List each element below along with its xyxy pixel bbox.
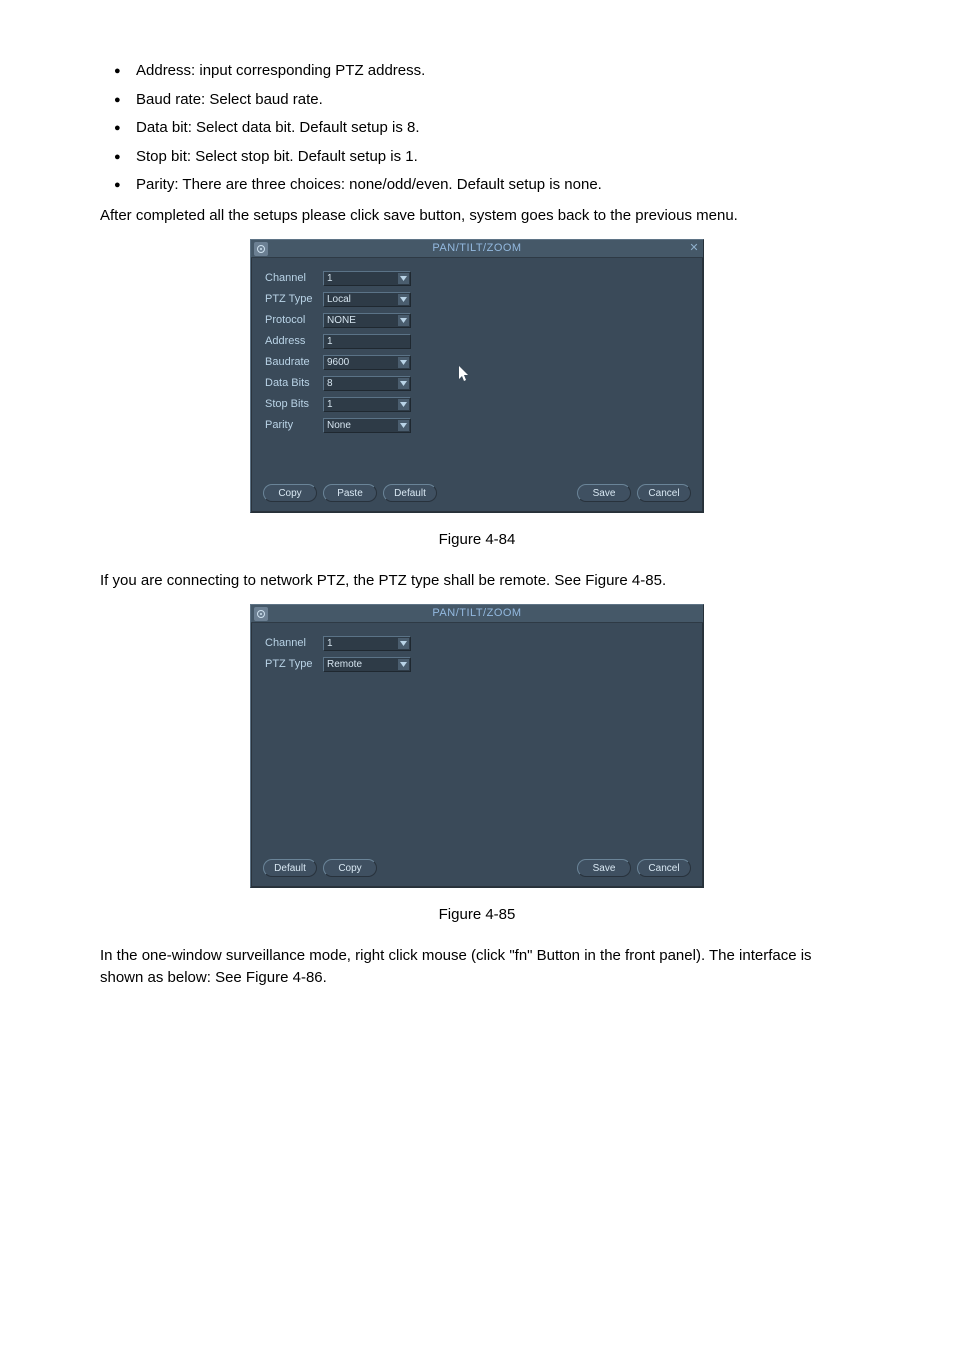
dialog-title: PAN/TILT/ZOOM <box>432 605 521 622</box>
bullet-text: Address: input corresponding PTZ address… <box>136 62 425 79</box>
bullet-item: Data bit: Select data bit. Default setup… <box>100 117 854 140</box>
bullet-text: Parity: There are three choices: none/od… <box>136 176 602 193</box>
channel-value: 1 <box>327 272 333 285</box>
parity-value: None <box>327 419 351 432</box>
chevron-down-icon <box>398 273 409 284</box>
bullet-list: Address: input corresponding PTZ address… <box>100 60 854 197</box>
channel-value: 1 <box>327 637 333 650</box>
paragraph: After completed all the setups please cl… <box>100 205 854 228</box>
address-label: Address <box>265 333 323 350</box>
stopbits-label: Stop Bits <box>265 396 323 413</box>
baudrate-label: Baudrate <box>265 354 323 371</box>
dialog-body: Channel 1 PTZ Type Remote <box>251 623 703 853</box>
bullet-text: Data bit: Select data bit. Default setup… <box>136 119 420 136</box>
paragraph: In the one-window surveillance mode, rig… <box>100 945 854 990</box>
bullet-item: Stop bit: Select stop bit. Default setup… <box>100 146 854 169</box>
ptz-icon <box>254 607 268 621</box>
channel-label: Channel <box>265 270 323 287</box>
chevron-down-icon <box>398 399 409 410</box>
protocol-label: Protocol <box>265 312 323 329</box>
baudrate-value: 9600 <box>327 356 349 369</box>
chevron-down-icon <box>398 294 409 305</box>
stopbits-select[interactable]: 1 <box>323 397 411 412</box>
protocol-select[interactable]: NONE <box>323 313 411 328</box>
dialog-titlebar: PAN/TILT/ZOOM <box>251 605 703 623</box>
dialog-title: PAN/TILT/ZOOM <box>432 240 521 257</box>
mouse-cursor-icon <box>459 366 471 387</box>
bullet-item: Baud rate: Select baud rate. <box>100 89 854 112</box>
ptztype-label: PTZ Type <box>265 656 323 673</box>
bullet-item: Address: input corresponding PTZ address… <box>100 60 854 83</box>
bullet-text: Stop bit: Select stop bit. Default setup… <box>136 148 418 165</box>
ptztype-value: Local <box>327 293 351 306</box>
ptztype-select[interactable]: Remote <box>323 657 411 672</box>
ptztype-label: PTZ Type <box>265 291 323 308</box>
figure-caption: Figure 4-84 <box>100 529 854 552</box>
chevron-down-icon <box>398 378 409 389</box>
copy-button[interactable]: Copy <box>263 484 317 502</box>
baudrate-select[interactable]: 9600 <box>323 355 411 370</box>
databits-value: 8 <box>327 377 333 390</box>
chevron-down-icon <box>398 357 409 368</box>
save-button[interactable]: Save <box>577 859 631 877</box>
ptztype-select[interactable]: Local <box>323 292 411 307</box>
address-value: 1 <box>327 335 333 348</box>
dialog-footer: Default Copy Save Cancel <box>251 853 703 887</box>
databits-label: Data Bits <box>265 375 323 392</box>
protocol-value: NONE <box>327 314 356 327</box>
chevron-down-icon <box>398 659 409 670</box>
paste-button[interactable]: Paste <box>323 484 377 502</box>
ptz-icon <box>254 242 268 256</box>
dialog-footer: Copy Paste Default Save Cancel <box>251 478 703 512</box>
ptz-dialog-remote: PAN/TILT/ZOOM Channel 1 PTZ Type Remote … <box>250 604 704 888</box>
ptztype-value: Remote <box>327 658 362 671</box>
chevron-down-icon <box>398 420 409 431</box>
stopbits-value: 1 <box>327 398 333 411</box>
default-button[interactable]: Default <box>383 484 437 502</box>
cancel-button[interactable]: Cancel <box>637 484 691 502</box>
chevron-down-icon <box>398 638 409 649</box>
dialog-body: Channel 1 PTZ Type Local Protocol NONE A… <box>251 258 703 478</box>
chevron-down-icon <box>398 315 409 326</box>
save-button[interactable]: Save <box>577 484 631 502</box>
cancel-button[interactable]: Cancel <box>637 859 691 877</box>
paragraph: If you are connecting to network PTZ, th… <box>100 570 854 593</box>
address-input[interactable]: 1 <box>323 334 411 349</box>
bullet-item: Parity: There are three choices: none/od… <box>100 174 854 197</box>
ptz-dialog-local: PAN/TILT/ZOOM ✕ Channel 1 PTZ Type Local… <box>250 239 704 513</box>
channel-select[interactable]: 1 <box>323 271 411 286</box>
parity-label: Parity <box>265 417 323 434</box>
databits-select[interactable]: 8 <box>323 376 411 391</box>
channel-select[interactable]: 1 <box>323 636 411 651</box>
copy-button[interactable]: Copy <box>323 859 377 877</box>
figure-caption: Figure 4-85 <box>100 904 854 927</box>
dialog-titlebar: PAN/TILT/ZOOM ✕ <box>251 240 703 258</box>
default-button[interactable]: Default <box>263 859 317 877</box>
bullet-text: Baud rate: Select baud rate. <box>136 91 323 108</box>
close-icon[interactable]: ✕ <box>688 242 700 254</box>
channel-label: Channel <box>265 635 323 652</box>
parity-select[interactable]: None <box>323 418 411 433</box>
